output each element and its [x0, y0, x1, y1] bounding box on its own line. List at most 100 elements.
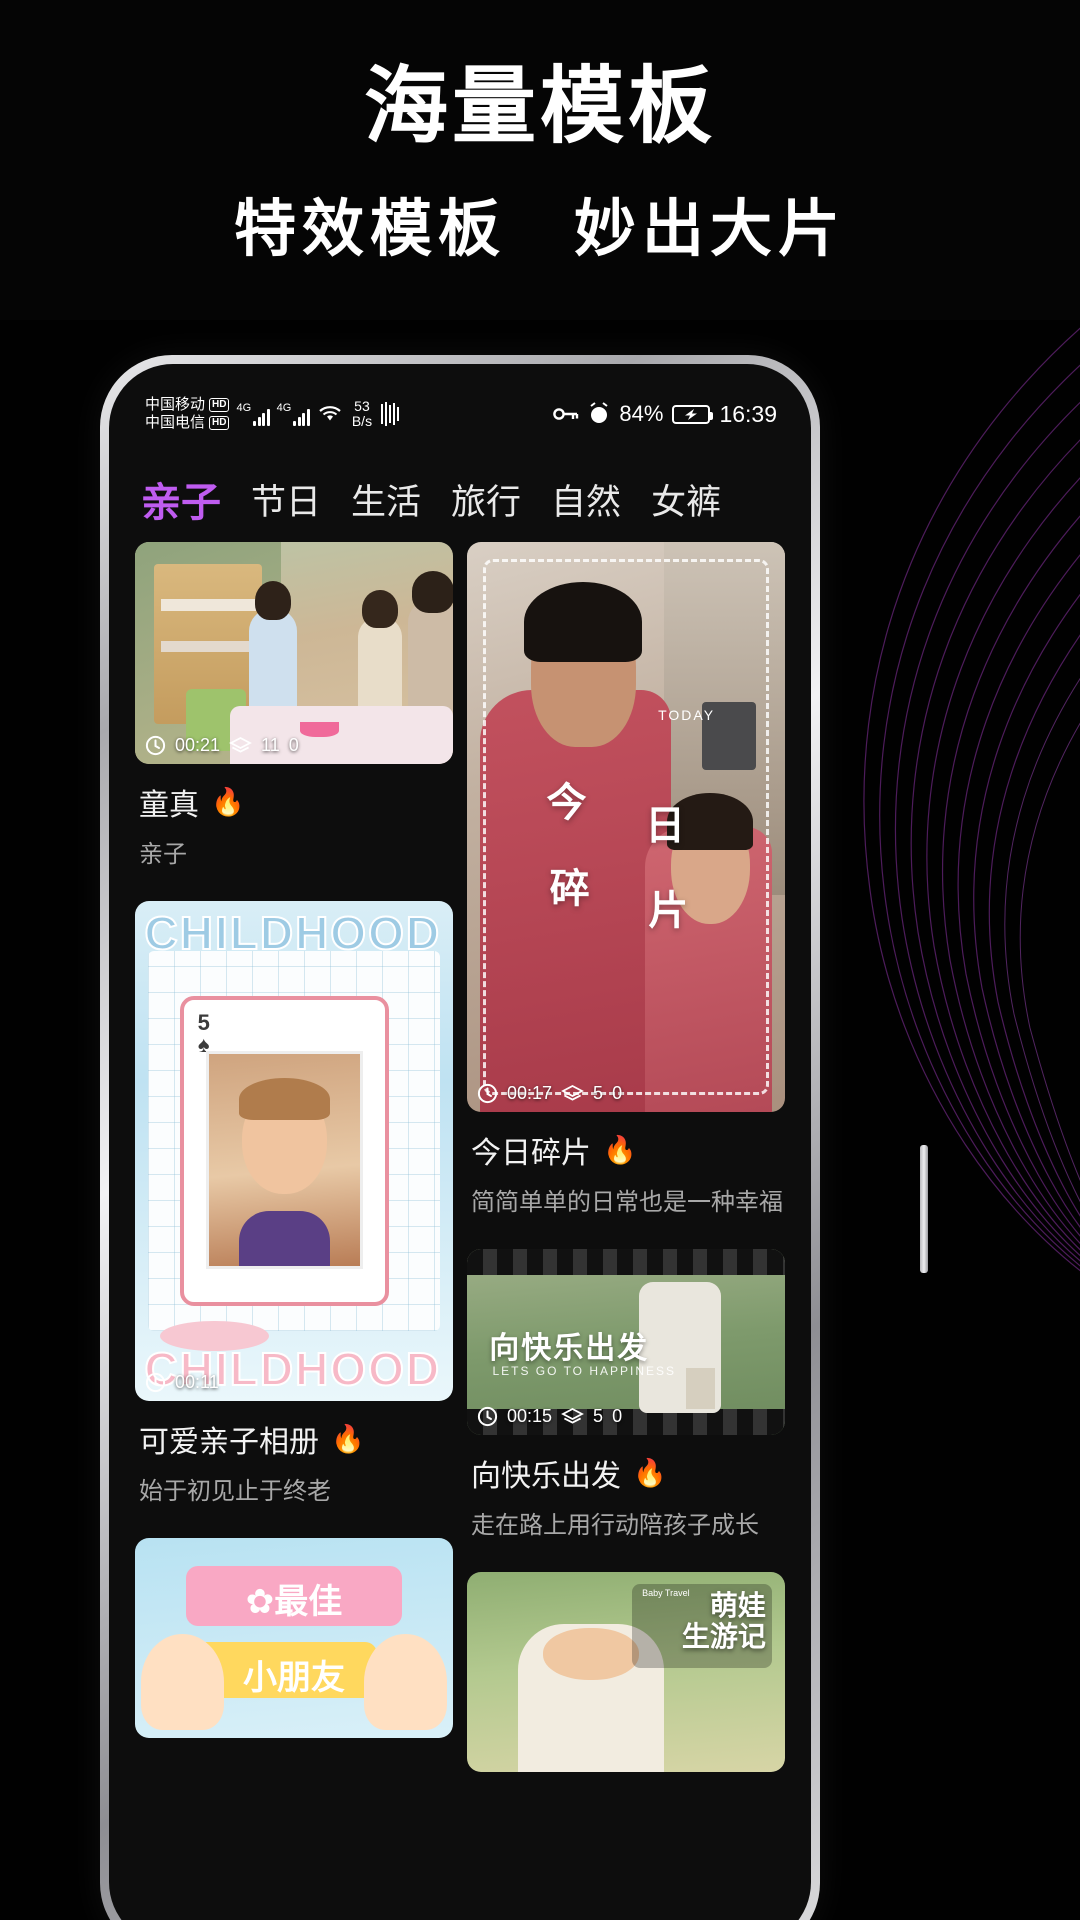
art-char-3: 日 — [645, 803, 686, 848]
signal-bars-icon-2 — [293, 407, 310, 426]
template-description: 走在路上用行动陪孩子成长 — [471, 1512, 759, 1539]
template-column-right: TODAY 今 碎 日 片 00:17 5 0 今日碎片 🔥 简简单单的日常也是… — [467, 542, 785, 1920]
fire-icon: 🔥 — [633, 1458, 667, 1488]
art-text-top: CHILDHOOD — [144, 906, 442, 960]
template-duration: 00:15 — [507, 1406, 553, 1426]
carrier-2-hd-badge: HD — [209, 415, 230, 430]
template-count: 0 — [288, 735, 299, 755]
thumbnail-art-baby-travel: Baby Travel 萌娃 生游记 — [467, 1572, 785, 1772]
signal-bars-icon-1 — [253, 407, 270, 426]
template-layers: 11 — [261, 735, 280, 755]
art-text-line1: ✿最佳 — [245, 1583, 343, 1621]
template-count: 0 — [612, 1406, 623, 1426]
template-card-tongzhen[interactable]: 00:21 11 0 童真 🔥 亲子 — [135, 542, 453, 869]
template-card-jinri-suipian[interactable]: TODAY 今 碎 日 片 00:17 5 0 今日碎片 🔥 简简单单的日常也是… — [467, 542, 785, 1217]
thumbnail-art-today-fragment: TODAY 今 碎 日 片 — [467, 542, 785, 1112]
promo-screenshot: 海量模板 特效模板 妙出大片 中国移动 HD 中国电信 HD 4G 4G 53 … — [0, 0, 1080, 1920]
page-title: 海量模板 — [363, 59, 716, 153]
template-card-zuijia-xiaopengyou[interactable]: ✿最佳 小朋友 — [135, 1516, 453, 1738]
carrier-labels: 中国移动 HD 中国电信 HD — [145, 396, 230, 432]
vpn-key-icon — [553, 408, 579, 420]
art-text-main: 向快乐出发 — [489, 1332, 650, 1366]
network-type-2: 4G — [276, 402, 292, 414]
tab-lvxing[interactable]: 旅行 — [451, 474, 521, 525]
template-thumbnail[interactable]: 向快乐出发 LETS GO TO HAPPINESS 00:15 5 0 — [467, 1249, 785, 1435]
template-card-keai-qinzi-xiangce[interactable]: CHILDHOOD 5 ♠ CHILDHOOD 00:11 可爱亲子相册 🔥 始… — [135, 879, 453, 1506]
art-text-line2: 生游记 — [681, 1621, 766, 1653]
template-meta: 00:21 11 0 — [145, 735, 443, 756]
layers-icon — [561, 1407, 584, 1424]
status-bar-left: 中国移动 HD 中国电信 HD 4G 4G 53 B/s — [145, 396, 401, 432]
signal-group-2: 4G — [277, 402, 310, 426]
template-thumbnail[interactable]: ✿最佳 小朋友 — [135, 1538, 453, 1738]
thumbnail-art-best-friends: ✿最佳 小朋友 — [135, 1538, 453, 1738]
art-text-sub: LETS GO TO HAPPINESS — [492, 1364, 677, 1379]
template-thumbnail[interactable]: CHILDHOOD 5 ♠ CHILDHOOD 00:11 — [135, 901, 453, 1401]
template-title-row: 童真 🔥 — [139, 780, 453, 824]
template-card-mengwa-youji[interactable]: Baby Travel 萌娃 生游记 — [467, 1550, 785, 1772]
fire-icon: 🔥 — [331, 1424, 365, 1454]
template-meta: 00:17 5 0 — [477, 1083, 775, 1104]
template-meta: 00:15 5 0 — [477, 1406, 775, 1427]
template-title: 可爱亲子相册 — [139, 1426, 319, 1459]
page-subtitle: 特效模板 妙出大片 — [233, 195, 846, 264]
template-title-row: 今日碎片 🔥 — [471, 1128, 785, 1172]
clock-icon — [477, 1406, 498, 1427]
thumbnail-art-childhood-card: CHILDHOOD 5 ♠ CHILDHOOD — [135, 901, 453, 1401]
template-meta: 00:11 — [145, 1372, 443, 1393]
template-title-row: 可爱亲子相册 🔥 — [139, 1417, 453, 1461]
signal-group-1: 4G — [236, 402, 270, 426]
carrier-2-name: 中国电信 — [145, 413, 206, 431]
art-text-today: TODAY — [658, 707, 716, 724]
template-column-left: 00:21 11 0 童真 🔥 亲子 CHILDHOOD 5 ♠ CHILDHO… — [135, 542, 453, 1920]
art-char-2: 碎 — [549, 866, 590, 911]
layers-icon — [229, 736, 252, 753]
art-text-line1: 萌娃 — [709, 1590, 766, 1621]
template-duration: 00:17 — [507, 1083, 553, 1103]
template-card-xiang-kuaile-chufa[interactable]: 向快乐出发 LETS GO TO HAPPINESS 00:15 5 0 向快乐… — [467, 1227, 785, 1540]
status-bar: 中国移动 HD 中国电信 HD 4G 4G 53 B/s 84% 16:39 — [109, 364, 811, 450]
template-title-row: 向快乐出发 🔥 — [471, 1451, 785, 1495]
layers-icon — [561, 1084, 584, 1101]
tab-nvku[interactable]: 女裤 — [651, 474, 721, 525]
template-description: 亲子 — [139, 841, 187, 868]
battery-charging-icon — [672, 404, 714, 424]
category-tab-bar[interactable]: 亲子 节日 生活 旅行 自然 女裤 — [109, 456, 811, 542]
template-duration: 00:21 — [175, 735, 221, 755]
wifi-icon — [319, 406, 341, 421]
art-char-4: 片 — [648, 889, 689, 934]
fire-icon: 🔥 — [211, 787, 245, 817]
network-speed: 53 B/s — [352, 399, 372, 428]
speed-unit: B/s — [351, 413, 373, 429]
template-title: 向快乐出发 — [471, 1460, 621, 1493]
thumbnail-art-classroom — [135, 542, 453, 764]
template-title: 今日碎片 — [471, 1137, 591, 1170]
art-char-1: 今 — [546, 781, 587, 825]
template-thumbnail[interactable]: TODAY 今 碎 日 片 00:17 5 0 — [467, 542, 785, 1112]
status-bar-right: 84% 16:39 — [553, 401, 777, 428]
tab-ziran[interactable]: 自然 — [551, 474, 621, 525]
do-not-disturb-icon — [381, 402, 400, 426]
promo-header: 海量模板 特效模板 妙出大片 — [0, 0, 1080, 320]
tab-qinzi[interactable]: 亲子 — [141, 470, 221, 528]
template-thumbnail[interactable]: Baby Travel 萌娃 生游记 — [467, 1572, 785, 1772]
power-button[interactable] — [920, 1145, 928, 1273]
template-description: 简简单单的日常也是一种幸福 — [471, 1189, 783, 1216]
fire-icon: 🔥 — [603, 1135, 637, 1165]
template-layers: 5 — [593, 1083, 604, 1103]
alarm-icon — [590, 402, 608, 423]
template-duration: 00:11 — [175, 1372, 219, 1392]
phone-screen: 中国移动 HD 中国电信 HD 4G 4G 53 B/s 84% 16:39 亲… — [109, 364, 811, 1920]
template-grid[interactable]: 00:21 11 0 童真 🔥 亲子 CHILDHOOD 5 ♠ CHILDHO… — [109, 542, 811, 1920]
template-description: 始于初见止于终老 — [139, 1478, 331, 1505]
art-text-lines: 萌娃 生游记 — [682, 1590, 766, 1653]
tab-jieri[interactable]: 节日 — [251, 474, 321, 525]
tab-shenghuo[interactable]: 生活 — [351, 474, 421, 525]
clock-icon — [477, 1083, 498, 1104]
speed-value: 53 — [354, 398, 370, 415]
template-title: 童真 — [139, 789, 199, 822]
carrier-1-hd-badge: HD — [209, 398, 230, 413]
phone-mockup: 中国移动 HD 中国电信 HD 4G 4G 53 B/s 84% 16:39 亲… — [100, 355, 928, 1920]
template-thumbnail[interactable]: 00:21 11 0 — [135, 542, 453, 764]
status-bar-clock: 16:39 — [719, 400, 777, 427]
